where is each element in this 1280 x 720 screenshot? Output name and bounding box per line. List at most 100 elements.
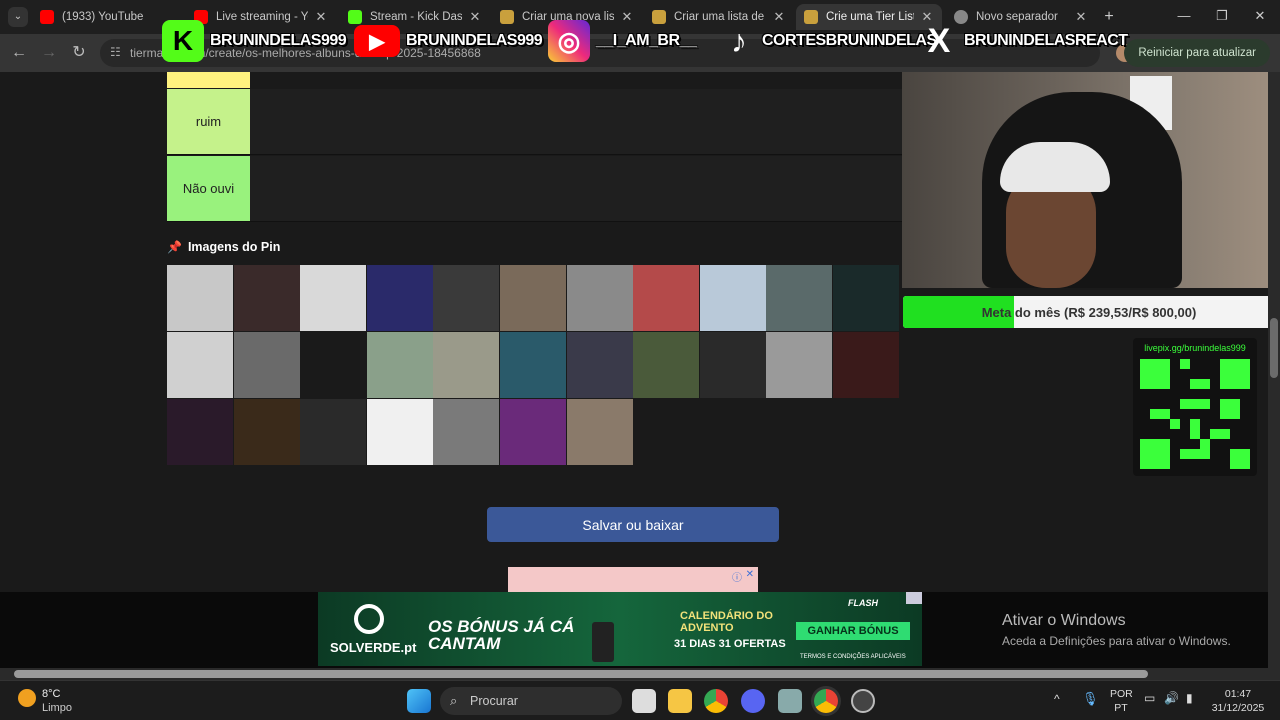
weather-temp[interactable]: 8°C xyxy=(42,688,60,700)
settings-icon[interactable] xyxy=(778,689,802,713)
obs-icon[interactable] xyxy=(851,689,875,713)
show-hidden-icons[interactable]: ^ xyxy=(1054,692,1060,706)
weather-icon[interactable] xyxy=(18,689,36,707)
windows-start-icon[interactable] xyxy=(407,689,431,713)
album-thumbnail[interactable] xyxy=(167,332,233,398)
discord-icon[interactable] xyxy=(741,689,765,713)
ad-flash: FLASH xyxy=(848,598,878,608)
album-thumbnail[interactable] xyxy=(167,399,233,465)
site-info-icon[interactable]: ☷ xyxy=(110,45,121,59)
album-thumbnail[interactable] xyxy=(300,332,367,398)
album-thumbnail[interactable] xyxy=(233,399,300,465)
network-icon[interactable]: ▭ xyxy=(1144,691,1155,705)
tier-row[interactable]: Não ouvi xyxy=(167,156,902,222)
album-thumbnail[interactable] xyxy=(300,399,367,465)
save-or-download-button[interactable]: Salvar ou baixar xyxy=(487,507,779,542)
goal-text: Meta do mês (R$ 239,53/R$ 800,00) xyxy=(981,304,1197,320)
album-thumbnail[interactable] xyxy=(300,265,367,331)
ad-info-icon[interactable]: ⓘ xyxy=(732,569,742,584)
reload-button[interactable]: ↻ xyxy=(68,42,90,64)
album-thumbnail[interactable] xyxy=(366,265,433,331)
tier-label[interactable]: Não ouvi xyxy=(167,156,250,221)
album-thumbnail[interactable] xyxy=(566,265,633,331)
ad-terms: TERMOS E CONDIÇÕES APLICÁVEIS xyxy=(800,654,906,660)
tiktok-icon: ♪ xyxy=(731,22,747,59)
microphone-icon[interactable]: 🎙 xyxy=(1082,691,1099,707)
album-thumbnail[interactable] xyxy=(433,265,500,331)
album-thumbnail[interactable] xyxy=(566,399,633,465)
album-thumbnail[interactable] xyxy=(699,265,766,331)
album-thumbnail[interactable] xyxy=(233,332,300,398)
qr-code-icon xyxy=(1140,359,1250,469)
task-view-icon[interactable] xyxy=(632,689,656,713)
album-thumbnail[interactable] xyxy=(566,332,633,398)
vertical-scrollbar[interactable] xyxy=(1268,72,1280,668)
weather-desc[interactable]: Limpo xyxy=(42,702,72,714)
windows-taskbar: 8°C Limpo ⌕ Procurar ^ 🎙 POR PT ▭ 🔊 ▮ 01… xyxy=(0,680,1280,720)
tier-row-partial xyxy=(167,72,250,88)
horizontal-scrollbar[interactable] xyxy=(0,668,1280,680)
search-placeholder: Procurar xyxy=(470,694,518,708)
ad-cta-button[interactable]: GANHAR BÓNUS xyxy=(796,622,910,640)
tier-label[interactable]: ruim xyxy=(167,89,250,154)
ad-days: 31 DIAS 31 OFERTAS xyxy=(674,638,786,650)
album-thumbnail[interactable] xyxy=(833,265,899,331)
tier-row[interactable]: ruim xyxy=(167,89,902,155)
album-thumbnail[interactable] xyxy=(366,332,433,398)
search-icon: ⌕ xyxy=(450,693,458,708)
album-thumbnail[interactable] xyxy=(167,265,233,331)
kick-icon: K xyxy=(162,20,204,62)
youtube-icon xyxy=(40,10,54,24)
taskbar-search[interactable]: ⌕ Procurar xyxy=(440,687,622,715)
clock-time[interactable]: 01:47 xyxy=(1208,688,1268,700)
social-kick: K BRUNINDELAS999 xyxy=(162,20,347,62)
album-thumbnail[interactable] xyxy=(766,332,833,398)
back-button[interactable]: ← xyxy=(8,42,30,64)
social-x: X BRUNINDELASREACT xyxy=(920,20,1128,62)
livepix-qr-panel: livepix.gg/brunindelas999 xyxy=(1133,338,1257,476)
album-thumbnail[interactable] xyxy=(433,332,500,398)
relaunch-button[interactable]: Reiniciar para atualizar xyxy=(1124,39,1270,67)
album-thumbnail[interactable] xyxy=(633,332,700,398)
casino-ad-banner[interactable]: SOLVERDE.pt OS BÓNUS JÁ CÁ CANTAM CALEND… xyxy=(318,592,922,666)
livepix-url: livepix.gg/brunindelas999 xyxy=(1144,343,1246,353)
album-thumbnail[interactable] xyxy=(500,332,566,398)
language-top[interactable]: POR xyxy=(1110,688,1133,700)
album-thumbnail[interactable] xyxy=(500,265,566,331)
close-window-button[interactable]: ✕ xyxy=(1242,4,1278,28)
file-explorer-icon[interactable] xyxy=(668,689,692,713)
advertisement[interactable]: ⓘ ✕ xyxy=(508,567,758,592)
album-thumbnail[interactable] xyxy=(233,265,300,331)
album-thumbnail[interactable] xyxy=(433,399,500,465)
ad-calendar: CALENDÁRIO DO ADVENTO xyxy=(680,610,773,634)
scroll-thumb[interactable] xyxy=(1270,318,1278,378)
album-thumbnail[interactable] xyxy=(500,399,566,465)
x-icon: X xyxy=(927,21,951,60)
minimize-button[interactable]: — xyxy=(1166,4,1202,28)
tab-search-button[interactable]: ⌄ xyxy=(8,7,28,27)
maximize-button[interactable]: ❐ xyxy=(1204,4,1240,28)
album-thumbnail[interactable] xyxy=(633,265,700,331)
ad-phone xyxy=(592,622,614,662)
ad-close-icon[interactable]: ✕ xyxy=(746,569,754,580)
album-thumbnail[interactable] xyxy=(699,332,766,398)
tab-youtube[interactable]: (1933) YouTube xyxy=(32,4,180,30)
social-handle: BRUNINDELASREACT xyxy=(964,32,1128,49)
donation-goal-bar: Meta do mês (R$ 239,53/R$ 800,00) xyxy=(903,296,1275,328)
social-tiktok: ♪ CORTESBRUNINDELAS xyxy=(722,20,937,62)
forward-button[interactable]: → xyxy=(38,42,60,64)
scroll-thumb[interactable] xyxy=(14,670,1148,678)
chrome-icon[interactable] xyxy=(704,689,728,713)
album-thumbnail[interactable] xyxy=(366,399,433,465)
activate-windows-subtitle: Aceda a Definições para ativar o Windows… xyxy=(1002,634,1231,648)
language-bottom[interactable]: PT xyxy=(1110,702,1132,714)
tab-title: (1933) YouTube xyxy=(62,11,144,23)
social-youtube: ▶ BRUNINDELAS999 xyxy=(354,20,543,62)
battery-icon[interactable]: ▮ xyxy=(1186,691,1193,705)
clock-date[interactable]: 31/12/2025 xyxy=(1208,702,1268,714)
album-thumbnail[interactable] xyxy=(766,265,833,331)
chrome-active-icon[interactable] xyxy=(814,689,838,713)
ad-choices-icon[interactable] xyxy=(906,592,922,604)
volume-icon[interactable]: 🔊 xyxy=(1164,691,1179,705)
album-thumbnail[interactable] xyxy=(833,332,899,398)
